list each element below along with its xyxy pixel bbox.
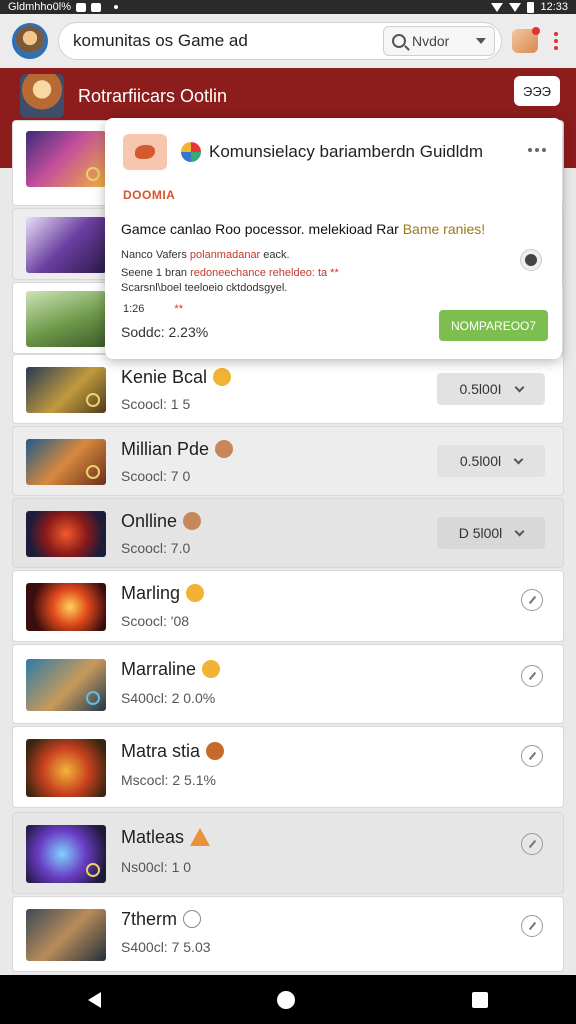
game-ball-icon	[181, 142, 201, 162]
popup-description: Scarsnl\boel teeloeio cktdodsgyel.	[121, 282, 288, 294]
popup-tag: DOOMIA	[123, 188, 176, 202]
popup-stats: 1:26 **	[123, 303, 183, 315]
home-icon[interactable]	[277, 990, 296, 1009]
carrier-label: Gldmhho0l%	[8, 1, 71, 13]
chevron-down-icon	[513, 454, 524, 464]
emoji-icon	[183, 512, 202, 530]
system-nav-bar	[0, 975, 576, 1024]
game-thumbnail	[26, 659, 106, 711]
game-name: Marraline	[121, 659, 221, 680]
game-thumbnail	[26, 291, 106, 347]
game-score: Scoocl: 7 0	[121, 468, 191, 484]
wifi-icon	[491, 2, 504, 12]
game-score: Scoocl: '08	[121, 613, 190, 629]
compare-button[interactable]: NOMPAREOO7	[439, 310, 548, 341]
search-mode-select[interactable]: Nvdor	[383, 26, 495, 56]
game-name: Marling	[121, 583, 205, 604]
emoji-icon	[213, 368, 232, 386]
emoji-icon	[202, 660, 221, 678]
notification-icon	[75, 2, 86, 12]
list-item[interactable]: Matra stia Mscocl: 2 5.1%	[12, 726, 564, 808]
emoji-icon	[186, 584, 205, 602]
game-option-select[interactable]: 0.5l00l	[437, 445, 545, 477]
more-options-icon[interactable]	[528, 148, 546, 152]
emoji-icon	[206, 742, 225, 760]
list-item[interactable]: Kenie Bcal Scoocl: 1 5 0.5l00I	[12, 354, 564, 424]
overflow-menu-icon[interactable]	[548, 32, 564, 50]
list-item[interactable]: Marraline S400cl: 2 0.0%	[12, 644, 564, 724]
popup-description: Seene 1 bran redoneechance reheldeo: ta …	[121, 267, 339, 279]
community-popup: Komunsielacy bariamberdn Guidldm DOOMIA …	[105, 118, 562, 359]
community-title: Rotrarfiicars Ootlin	[78, 85, 228, 106]
app-bar: komunitas os Game ad Nvdor	[0, 14, 576, 68]
chevron-down-icon	[514, 526, 525, 536]
notification-dot-icon	[113, 5, 118, 9]
popup-title: Komunsielacy bariamberdn Guidldm	[209, 142, 484, 161]
recent-apps-icon[interactable]	[471, 991, 488, 1008]
back-icon[interactable]	[88, 991, 102, 1008]
clock: 12:33	[540, 1, 568, 13]
popup-heading: Gamce canlao Roo pocessor. melekioad Rar…	[121, 221, 486, 237]
edit-icon[interactable]	[521, 833, 543, 855]
game-score: Ns00cl: 1 0	[121, 859, 192, 875]
game-score: Scoocl: 1 5	[121, 396, 191, 412]
search-query: komunitas os Game ad	[73, 31, 248, 50]
popup-description: Nanco Vafers polanmadanar eack.	[121, 249, 290, 261]
game-score: Scoocl: 7.0	[121, 540, 191, 556]
lightning-icon[interactable]	[521, 589, 543, 611]
game-thumbnail	[26, 909, 106, 961]
search-icon	[392, 34, 406, 48]
popup-score: Soddc: 2.23%	[121, 324, 209, 340]
game-score: S400cl: 2 0.0%	[121, 690, 216, 706]
app-icon	[123, 134, 167, 170]
chevron-down-icon	[514, 382, 524, 392]
game-thumbnail	[26, 511, 106, 557]
game-thumbnail	[26, 367, 106, 413]
game-thumbnail	[26, 131, 106, 187]
game-name: 7therm	[121, 909, 202, 930]
game-score: Mscocl: 2 5.1%	[121, 772, 216, 788]
battery-icon	[527, 1, 535, 13]
signal-icon	[509, 2, 522, 12]
hand-icon[interactable]	[512, 27, 540, 53]
list-item[interactable]: Matleas Ns00cl: 1 0	[12, 812, 564, 894]
game-option-select[interactable]: 0.5l00I	[437, 373, 545, 405]
gallery-icon	[90, 2, 101, 12]
settings-icon[interactable]	[521, 745, 543, 767]
list-item[interactable]: Millian Pde Scoocl: 7 0 0.5l00l	[12, 426, 564, 496]
list-item[interactable]: Onlline Scoocl: 7.0 D 5l00l	[12, 498, 564, 568]
list-item[interactable]: Marling Scoocl: '08	[12, 570, 564, 642]
game-thumbnail	[26, 439, 106, 485]
game-name: Millian Pde	[121, 439, 234, 460]
game-option-select[interactable]: D 5l00l	[437, 517, 545, 549]
game-thumbnail	[26, 217, 106, 273]
status-bar: Gldmhho0l% 12:33	[0, 0, 576, 14]
edit-icon[interactable]	[521, 665, 543, 687]
game-thumbnail	[26, 825, 106, 883]
toggle-switch[interactable]	[520, 249, 542, 271]
emoji-icon	[183, 910, 202, 928]
game-name: Kenie Bcal	[121, 367, 232, 388]
emoji-icon	[215, 440, 234, 458]
community-avatar	[20, 74, 64, 118]
edit-icon[interactable]	[521, 915, 543, 937]
game-thumbnail	[26, 739, 106, 797]
list-item[interactable]: 7therm S400cl: 7 5.03	[12, 896, 564, 972]
game-score: S400cl: 7 5.03	[121, 939, 211, 955]
search-mode-value: Nvdor	[412, 33, 450, 49]
star-icon	[190, 828, 211, 846]
header-action-button[interactable]: ЭЭЭ	[514, 76, 560, 106]
avatar[interactable]	[12, 23, 48, 59]
chevron-down-icon	[476, 38, 486, 44]
search-input[interactable]: komunitas os Game ad Nvdor	[58, 22, 502, 60]
game-name: Matleas	[121, 827, 211, 848]
game-name: Onlline	[121, 511, 202, 532]
game-thumbnail	[26, 583, 106, 631]
game-name: Matra stia	[121, 741, 225, 762]
